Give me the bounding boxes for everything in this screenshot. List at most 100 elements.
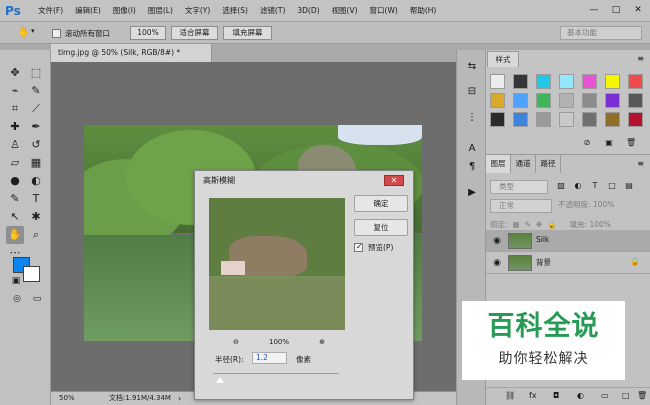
layer-row-silk[interactable]: ◉ Silk — [486, 230, 650, 252]
move-icon[interactable]: ✥ — [6, 64, 24, 82]
layer-filter-select[interactable]: 类型 — [490, 180, 548, 194]
styles-tab[interactable]: 样式 — [487, 51, 519, 67]
character-icon[interactable]: A — [465, 142, 479, 156]
style-swatch[interactable] — [490, 112, 505, 127]
style-swatch[interactable] — [582, 74, 597, 89]
ok-button[interactable]: 确定 — [354, 195, 408, 212]
menu-help[interactable]: 帮助(H) — [404, 0, 443, 22]
custom-shape-icon[interactable]: ✱ — [27, 208, 45, 226]
layer-row-background[interactable]: ◉ 背景 🔒 — [486, 252, 650, 274]
menu-edit[interactable]: 编辑(E) — [69, 0, 107, 22]
menu-file[interactable]: 文件(F) — [32, 0, 69, 22]
dodge-icon[interactable]: ◐ — [27, 172, 45, 190]
style-swatch[interactable] — [605, 74, 620, 89]
clear-style-icon[interactable]: ⊘ — [582, 138, 592, 148]
eraser-icon[interactable]: ▱ — [6, 154, 24, 172]
zoom-icon[interactable]: ⌕ — [27, 226, 45, 244]
lasso-icon[interactable]: ⌁ — [6, 82, 24, 100]
dialog-close-button[interactable]: ✕ — [384, 175, 404, 186]
style-swatch[interactable] — [582, 93, 597, 108]
chevron-down-icon[interactable]: ▾ — [31, 27, 35, 35]
fill-screen-button[interactable]: 填充屏幕 — [223, 26, 272, 40]
style-swatch[interactable] — [536, 74, 551, 89]
delete-layer-icon[interactable]: 🗑 — [637, 391, 647, 400]
radius-input[interactable]: 1.2 — [252, 352, 287, 364]
visibility-eye-icon[interactable]: ◉ — [491, 236, 503, 246]
fill-field[interactable]: 填充: 100% — [570, 219, 611, 230]
menu-select[interactable]: 选择(S) — [216, 0, 254, 22]
new-style-icon[interactable]: ▣ — [604, 138, 614, 148]
tab-channels[interactable]: 通道 — [511, 155, 536, 173]
workspace-select[interactable]: 基本功能 — [560, 26, 642, 40]
shape-filter-icon[interactable]: □ — [607, 180, 617, 192]
style-swatch[interactable] — [513, 93, 528, 108]
style-swatch[interactable] — [628, 93, 643, 108]
close-icon[interactable]: ✕ — [631, 4, 645, 16]
maximize-icon[interactable]: □ — [609, 4, 623, 16]
menu-3d[interactable]: 3D(D) — [291, 0, 325, 22]
adjustments-icon[interactable]: ⋮ — [465, 111, 479, 125]
crop-icon[interactable]: ⌗ — [6, 100, 24, 118]
style-swatch[interactable] — [559, 74, 574, 89]
lock-all-icon[interactable]: 🔒 — [547, 220, 556, 229]
status-arrow-icon[interactable]: › — [178, 392, 181, 405]
properties-icon[interactable]: ⊟ — [465, 85, 479, 99]
eyedropper-icon[interactable]: ⟋ — [27, 100, 45, 118]
path-selection-icon[interactable]: ↖ — [6, 208, 24, 226]
document-tab[interactable]: timg.jpg @ 50% (Silk, RGB/8#) * — [51, 44, 212, 62]
menu-layer[interactable]: 图层(L) — [142, 0, 179, 22]
menu-window[interactable]: 窗口(W) — [364, 0, 404, 22]
radius-slider-thumb[interactable] — [216, 377, 224, 383]
style-swatch[interactable] — [559, 93, 574, 108]
adjustment-filter-icon[interactable]: ◐ — [573, 180, 583, 192]
style-swatch[interactable] — [582, 112, 597, 127]
lock-brush-icon[interactable]: ✎ — [525, 220, 531, 229]
blur-preview[interactable] — [209, 198, 345, 330]
style-swatch[interactable] — [513, 112, 528, 127]
menu-filter[interactable]: 滤镜(T) — [254, 0, 291, 22]
reset-button[interactable]: 复位 — [354, 219, 408, 236]
history-icon[interactable]: ⇆ — [465, 60, 479, 74]
panel-menu-icon[interactable]: ≡ — [637, 54, 644, 63]
mask-icon[interactable]: ◘ — [553, 391, 559, 400]
minimize-icon[interactable]: — — [587, 4, 601, 16]
delete-style-icon[interactable]: 🗑 — [626, 138, 636, 148]
lock-move-icon[interactable]: ✥ — [536, 220, 542, 229]
zoom-in-icon[interactable]: ⊕ — [319, 338, 325, 346]
default-colors-icon[interactable]: ▣ — [7, 272, 25, 290]
menu-type[interactable]: 文字(Y) — [179, 0, 216, 22]
paragraph-icon[interactable]: ¶ — [465, 160, 479, 174]
fit-screen-button[interactable]: 适合屏幕 — [171, 26, 218, 40]
style-swatch[interactable] — [490, 93, 505, 108]
hand-icon[interactable]: ✋ — [6, 226, 24, 244]
actions-icon[interactable]: ▶ — [465, 186, 479, 200]
type-filter-icon[interactable]: T — [590, 180, 600, 192]
zoom-out-icon[interactable]: ⊖ — [233, 338, 239, 346]
style-swatch[interactable] — [513, 74, 528, 89]
menu-view[interactable]: 视图(V) — [326, 0, 364, 22]
lock-transparent-icon[interactable]: ▦ — [513, 220, 520, 229]
layers-panel-menu-icon[interactable]: ≡ — [637, 159, 644, 168]
tab-paths[interactable]: 路径 — [536, 155, 561, 173]
style-swatch[interactable] — [559, 112, 574, 127]
style-swatch-none[interactable] — [490, 74, 505, 89]
screen-mode-icon[interactable]: ▭ — [28, 290, 46, 308]
new-group-icon[interactable]: ▭ — [601, 391, 609, 400]
radius-slider-track[interactable] — [213, 373, 339, 374]
zoom-100-button[interactable]: 100% — [130, 26, 166, 40]
gradient-icon[interactable]: ▦ — [27, 154, 45, 172]
new-layer-icon[interactable]: □ — [622, 391, 630, 400]
background-color-swatch[interactable] — [23, 266, 40, 282]
brush-icon[interactable]: ✒ — [27, 118, 45, 136]
style-swatch[interactable] — [536, 112, 551, 127]
pixel-filter-icon[interactable]: ▧ — [556, 180, 566, 192]
tab-layers[interactable]: 图层 — [486, 155, 511, 173]
type-icon[interactable]: T — [27, 190, 45, 208]
style-swatch[interactable] — [605, 112, 620, 127]
quick-mask-icon[interactable]: ◎ — [8, 290, 26, 308]
scroll-all-windows-checkbox[interactable] — [52, 29, 61, 38]
style-swatch[interactable] — [628, 74, 643, 89]
layer-style-icon[interactable]: fx — [529, 391, 537, 400]
history-brush-icon[interactable]: ↺ — [27, 136, 45, 154]
blur-icon[interactable]: ● — [6, 172, 24, 190]
